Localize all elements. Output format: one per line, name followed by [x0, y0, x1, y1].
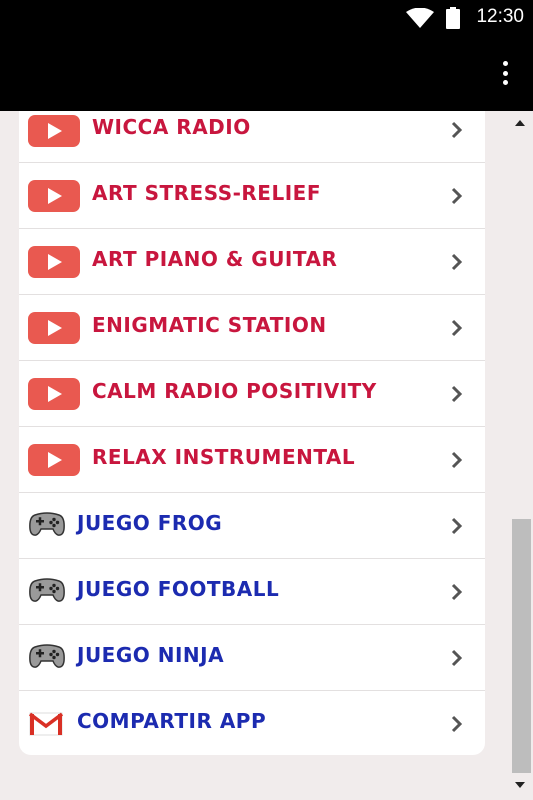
chevron-right-icon [451, 451, 463, 469]
chevron-right-icon [451, 385, 463, 403]
scroll-up-arrow-icon[interactable] [514, 118, 526, 128]
app-bar [0, 36, 533, 111]
list-item-label: WICCA RADIO [92, 115, 251, 139]
youtube-play-icon [28, 246, 80, 278]
list-item-calm-radio-positivity[interactable]: CALM RADIO POSITIVITY [19, 361, 485, 427]
list-item-label: JUEGO NINJA [77, 643, 225, 667]
gamepad-icon [29, 512, 65, 536]
scrollbar-thumb[interactable] [512, 519, 531, 773]
gamepad-icon [29, 578, 65, 602]
youtube-play-icon [28, 444, 80, 476]
list-item-art-piano-guitar[interactable]: ART PIANO & GUITAR [19, 229, 485, 295]
list-item-wicca-radio[interactable]: WICCA RADIO [19, 111, 485, 163]
chevron-right-icon [451, 715, 463, 733]
wifi-icon [406, 8, 434, 28]
list-item-label: RELAX INSTRUMENTAL [92, 445, 356, 469]
battery-icon [446, 7, 460, 29]
chevron-right-icon [451, 121, 463, 139]
scroll-down-arrow-icon[interactable] [514, 780, 526, 790]
list-item-label: ENIGMATIC STATION [92, 313, 327, 337]
list-item-label: JUEGO FOOTBALL [77, 577, 280, 601]
list-item-enigmatic-station[interactable]: ENIGMATIC STATION [19, 295, 485, 361]
gamepad-icon [29, 644, 65, 668]
menu-list: WICCA RADIO ART STRESS-RELIEF ART PIANO … [19, 111, 485, 755]
status-time: 12:30 [476, 6, 524, 27]
list-item-compartir-app[interactable]: COMPARTIR APP [19, 691, 485, 755]
list-item-label: COMPARTIR APP [77, 709, 267, 733]
chevron-right-icon [451, 253, 463, 271]
chevron-right-icon [451, 187, 463, 205]
list-item-label: CALM RADIO POSITIVITY [92, 379, 377, 403]
list-item-juego-ninja[interactable]: JUEGO NINJA [19, 625, 485, 691]
youtube-play-icon [28, 312, 80, 344]
list-item-juego-frog[interactable]: JUEGO FROG [19, 493, 485, 559]
list-item-label: JUEGO FROG [77, 511, 223, 535]
gmail-icon [29, 712, 63, 736]
chevron-right-icon [451, 583, 463, 601]
more-vertical-icon[interactable] [493, 59, 517, 87]
chevron-right-icon [451, 517, 463, 535]
chevron-right-icon [451, 649, 463, 667]
list-item-juego-football[interactable]: JUEGO FOOTBALL [19, 559, 485, 625]
list-item-art-stress-relief[interactable]: ART STRESS-RELIEF [19, 163, 485, 229]
list-item-label: ART STRESS-RELIEF [92, 181, 321, 205]
youtube-play-icon [28, 378, 80, 410]
youtube-play-icon [28, 180, 80, 212]
status-bar: 12:30 [0, 0, 533, 36]
chevron-right-icon [451, 319, 463, 337]
list-item-label: ART PIANO & GUITAR [92, 247, 338, 271]
youtube-play-icon [28, 115, 80, 147]
list-item-relax-instrumental[interactable]: RELAX INSTRUMENTAL [19, 427, 485, 493]
